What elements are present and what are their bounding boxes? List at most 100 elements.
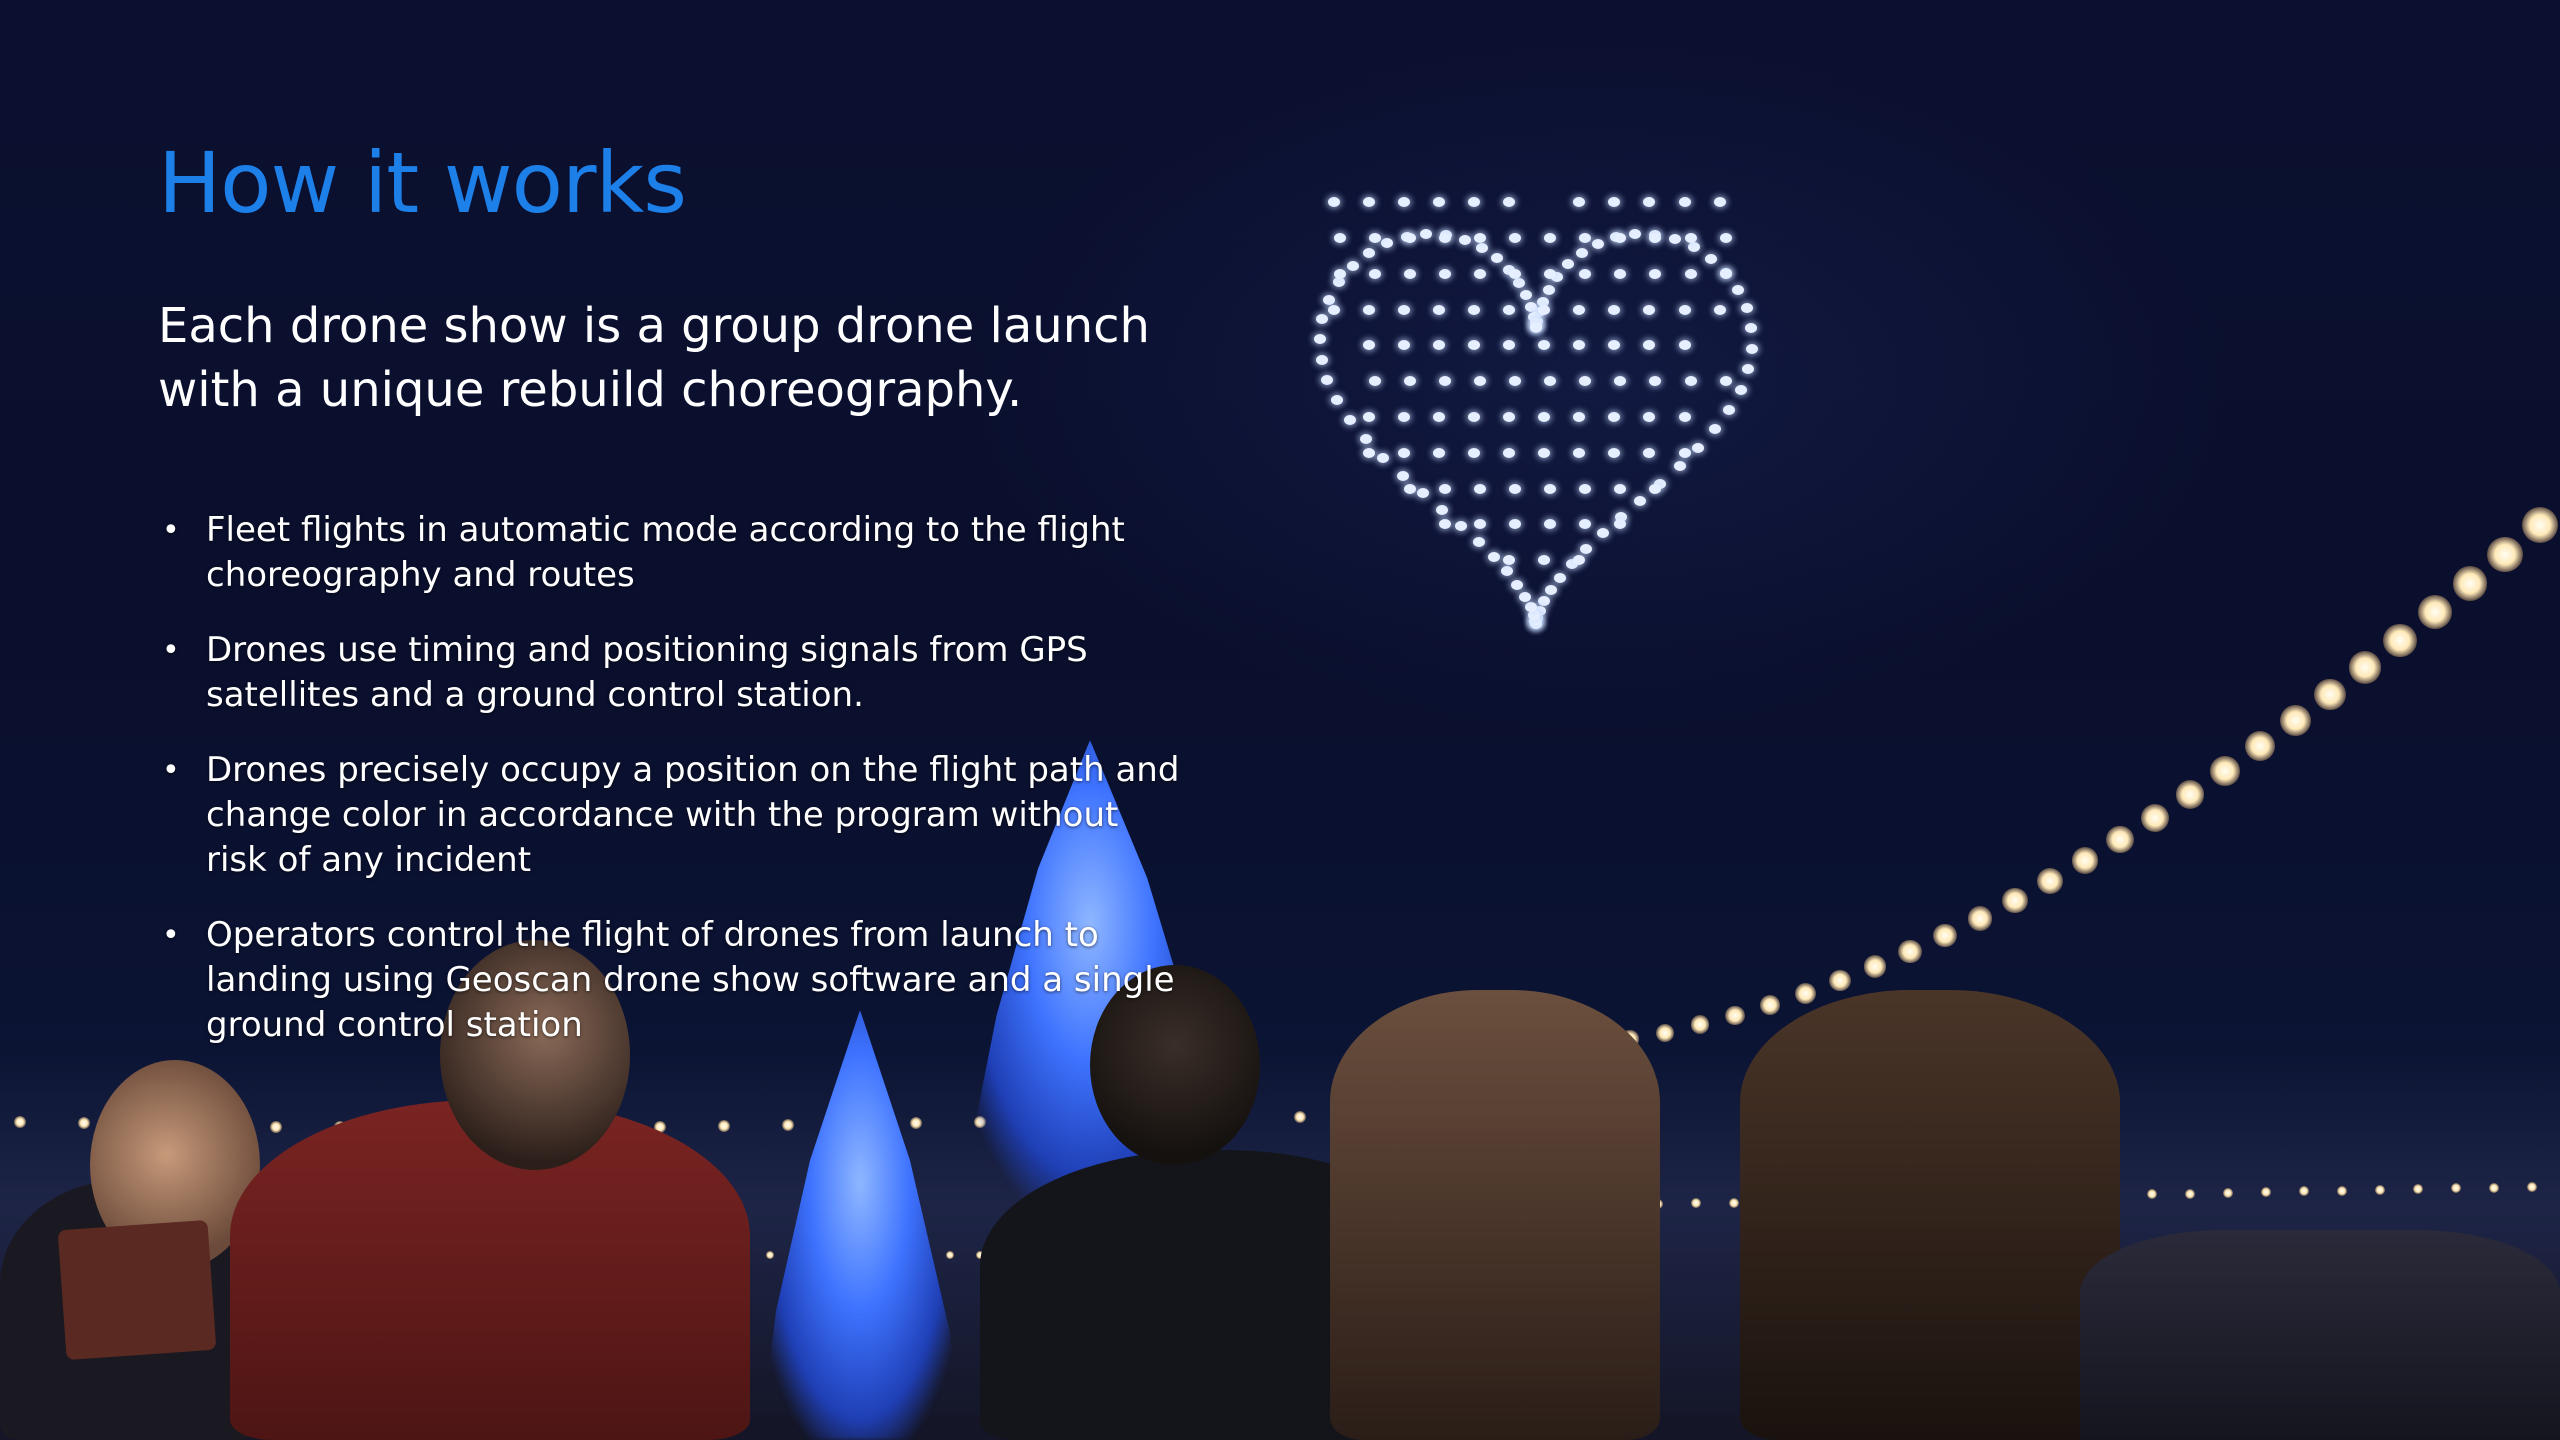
drone-light <box>1432 340 1445 351</box>
drone-light <box>1316 313 1329 324</box>
drone-light <box>1315 354 1328 365</box>
light-bulb <box>1898 939 1922 964</box>
drone-light <box>1529 321 1542 332</box>
drone-light <box>1634 495 1647 506</box>
light-bulb <box>1794 982 1816 1004</box>
drone-light <box>1420 229 1433 240</box>
drone-light <box>1643 197 1656 208</box>
drone-light <box>1473 483 1486 494</box>
light-bulb <box>1729 1197 1739 1208</box>
drone-light <box>1343 415 1356 426</box>
drone-light <box>1649 483 1662 494</box>
drone-light <box>1500 566 1513 577</box>
light-bulb <box>2413 1184 2423 1195</box>
drone-light <box>1678 340 1691 351</box>
drone-light <box>1438 233 1451 244</box>
drone-light <box>1467 412 1480 423</box>
light-bulb <box>1759 994 1781 1016</box>
drone-light <box>1472 536 1485 547</box>
light-bulb <box>946 1251 954 1259</box>
bullet-item: • Operators control the flight of drones… <box>158 913 1188 1048</box>
drone-light <box>1467 340 1480 351</box>
drone-light <box>1322 294 1335 305</box>
drone-light <box>1614 483 1627 494</box>
drone-light <box>1458 234 1471 245</box>
drone-light <box>1475 242 1488 253</box>
drone-light <box>1643 304 1656 315</box>
drone-light <box>1579 483 1592 494</box>
drone-light <box>1745 323 1758 334</box>
drone-light <box>1503 447 1515 458</box>
drone-light <box>1544 519 1557 530</box>
drone-light <box>1397 447 1410 458</box>
drone-light <box>1509 233 1521 244</box>
drone-light <box>1678 197 1691 208</box>
drone-light <box>1403 483 1416 494</box>
bullet-text: Drones use timing and positioning signal… <box>206 630 1088 715</box>
drone-light <box>1455 521 1468 532</box>
drone-light <box>1678 447 1691 458</box>
drone-light <box>1490 253 1503 264</box>
drone-light <box>1579 376 1592 387</box>
drone-light <box>1368 268 1381 279</box>
drone-light <box>1614 268 1627 279</box>
drone-light <box>1503 304 1515 315</box>
drone-light <box>1473 519 1486 530</box>
drone-light <box>1538 304 1551 315</box>
light-bulb <box>1690 1015 1710 1035</box>
bullet-text: Fleet flights in automatic mode accordin… <box>206 510 1125 595</box>
drone-light <box>1731 284 1744 295</box>
bullet-dot: • <box>162 513 180 548</box>
drone-light <box>1362 197 1375 208</box>
drone-light <box>1327 304 1340 315</box>
slide-title: How it works <box>158 134 687 232</box>
light-bulb <box>2175 780 2205 810</box>
drone-light <box>1643 340 1656 351</box>
drone-light <box>1519 591 1532 602</box>
drone-light <box>1649 268 1662 279</box>
drone-light <box>1538 340 1551 351</box>
drone-light <box>1397 304 1410 315</box>
drone-light <box>1330 395 1343 406</box>
drone-light <box>1742 364 1755 375</box>
drone-light <box>1544 483 1557 494</box>
drone-light <box>1608 412 1621 423</box>
drone-light <box>1438 483 1451 494</box>
drone-light <box>1362 412 1375 423</box>
drone-light <box>1436 504 1449 515</box>
drone-light <box>1511 579 1524 590</box>
drone-light <box>1678 412 1691 423</box>
drone-light <box>1314 334 1327 345</box>
drone-light <box>1573 447 1586 458</box>
drone-light <box>1473 268 1486 279</box>
drone-light <box>1596 528 1609 539</box>
drone-light <box>1542 284 1555 295</box>
bullet-item: • Drones precisely occupy a position on … <box>158 748 1188 883</box>
light-bulb <box>2106 826 2134 854</box>
drone-light <box>1562 259 1575 270</box>
light-bulb <box>14 1116 26 1128</box>
drone-light <box>1713 197 1726 208</box>
spectator-silhouette <box>1330 990 1660 1440</box>
drone-light <box>1580 543 1593 554</box>
drone-light <box>1628 229 1641 240</box>
light-bulb <box>2383 623 2417 657</box>
light-bulb <box>2487 536 2523 573</box>
slide-subtitle: Each drone show is a group drone launch … <box>158 298 1150 418</box>
drone-light <box>1544 268 1557 279</box>
light-bulb <box>2522 507 2558 544</box>
light-bulb <box>1829 969 1851 992</box>
drone-light <box>1397 412 1410 423</box>
light-bulb <box>2002 887 2028 913</box>
drone-light <box>1579 268 1592 279</box>
drone-light <box>1573 304 1586 315</box>
drone-light <box>1432 304 1445 315</box>
drone-light <box>1362 447 1375 458</box>
drone-light <box>1416 487 1429 498</box>
drone-light <box>1740 303 1753 314</box>
drone-light <box>1573 412 1586 423</box>
light-bulb <box>910 1116 922 1129</box>
drone-light <box>1684 233 1697 244</box>
light-bulb <box>2375 1184 2385 1195</box>
drone-light <box>1368 233 1381 244</box>
